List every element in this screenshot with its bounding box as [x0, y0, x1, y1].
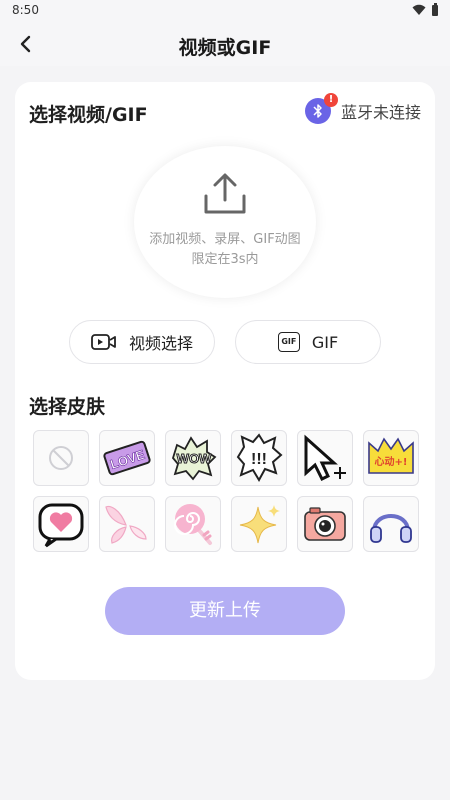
video-select-button[interactable]: 视频选择 — [69, 320, 215, 364]
wow-text: WOW — [177, 451, 212, 466]
sparkle-icon — [239, 505, 280, 544]
page-title: 视频或GIF — [178, 37, 272, 59]
exclaim-text: !!! — [251, 451, 267, 468]
skin-cursor[interactable] — [297, 430, 353, 486]
gif-select-label: GIF — [311, 332, 339, 352]
skin-love[interactable]: LOVE — [99, 430, 155, 486]
nav-bar: 视频或GIF — [0, 22, 450, 66]
upload-hint-line2: 限定在3s内 — [191, 252, 259, 267]
battery-icon — [432, 2, 438, 16]
love-sticker-icon: LOVE — [103, 440, 151, 476]
skin-sparkle[interactable] — [231, 496, 287, 552]
cursor-sticker-icon — [304, 434, 346, 482]
skin-camera[interactable] — [297, 496, 353, 552]
skin-grid: LOVE WOW !!! 心动+! — [33, 430, 419, 562]
skin-wow[interactable]: WOW — [165, 430, 221, 486]
upload-area[interactable]: 添加视频、录屏、GIF动图 限定在3s内 — [134, 146, 316, 298]
alert-badge: ! — [323, 93, 338, 107]
heartbeat-sticker-icon: 心动+! — [368, 437, 414, 474]
upload-hint-line1: 添加视频、录屏、GIF动图 — [149, 232, 301, 247]
heart-bubble-icon — [38, 503, 84, 548]
select-video-title: 选择视频/GIF — [29, 104, 148, 126]
headphones-icon — [370, 514, 412, 543]
status-time: 8:50 — [12, 3, 39, 17]
select-skin-title: 选择皮肤 — [29, 396, 106, 418]
heartbeat-text: 心动+! — [375, 455, 408, 468]
lollipop-icon — [174, 504, 212, 545]
skin-heartbeat[interactable]: 心动+! — [363, 430, 419, 486]
skin-none[interactable] — [33, 430, 89, 486]
skin-wings[interactable] — [99, 496, 155, 552]
wings-icon — [105, 505, 147, 544]
exclaim-sticker-icon: !!! — [236, 433, 283, 483]
gif-select-button[interactable]: GIF GIF — [235, 320, 381, 364]
gif-file-icon: GIF — [277, 332, 300, 352]
wow-sticker-icon: WOW — [171, 436, 217, 481]
skin-headphones[interactable] — [363, 496, 419, 552]
skin-heart-bubble[interactable] — [33, 496, 89, 552]
skin-exclaim[interactable]: !!! — [231, 430, 287, 486]
wifi-icon — [412, 4, 426, 15]
bluetooth-status[interactable]: ! 蓝牙未连接 — [304, 93, 421, 124]
bluetooth-status-text: 蓝牙未连接 — [340, 103, 421, 122]
main-card: 选择视频/GIF ! 蓝牙未连接 添加视频、录屏、GIF动图 限定在3s内 视频… — [15, 82, 435, 680]
upload-hint: 添加视频、录屏、GIF动图 限定在3s内 — [134, 230, 316, 270]
bluetooth-icon: ! — [304, 93, 338, 124]
prohibit-icon — [49, 446, 73, 470]
skin-lollipop[interactable] — [165, 496, 221, 552]
camera-icon — [304, 507, 346, 541]
update-upload-button[interactable]: 更新上传 — [105, 587, 345, 635]
upload-icon — [204, 173, 246, 214]
status-icons — [412, 2, 438, 16]
video-select-label: 视频选择 — [128, 334, 193, 353]
video-camera-icon — [91, 334, 116, 350]
status-bar: 8:50 — [0, 0, 450, 22]
